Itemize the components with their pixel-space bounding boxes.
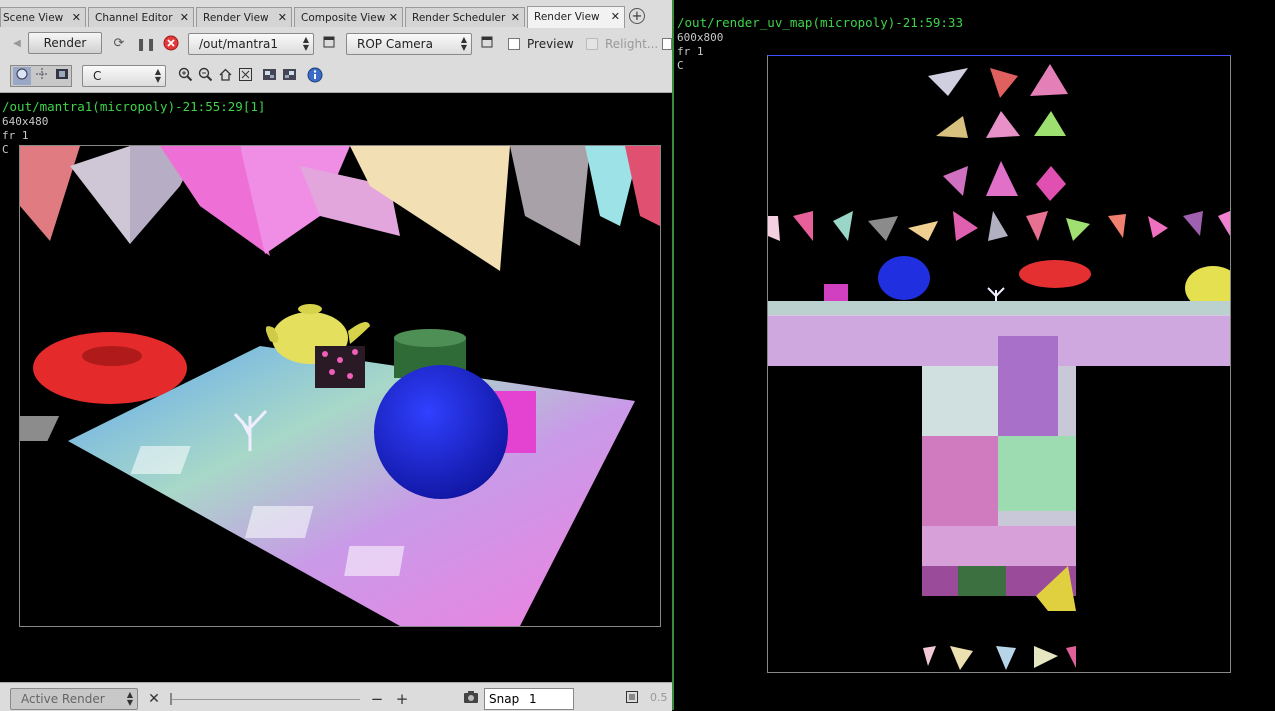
tab-channel-editor[interactable]: Channel Editor ✕ [88,7,194,27]
close-icon[interactable]: ✕ [389,8,398,28]
bottom-bar: Active Render ▲ ▼ ✕ − + Snap 1 0.5 [0,682,672,711]
left-render-frame: fr 1 [2,129,29,142]
camera-select[interactable]: ROP Camera ▲ ▼ [346,33,472,55]
output-driver-value: /out/mantra1 [199,37,279,51]
right-render-title: /out/render_uv_map(micropoly)-21:59:33 [677,15,963,30]
snap-label: Snap [489,692,520,706]
driver-options-icon[interactable] [320,35,338,53]
pause-icon[interactable]: ❚❚ [136,35,156,53]
close-icon[interactable]: ✕ [145,690,163,708]
tab-composite-view[interactable]: Composite View ✕ [294,7,403,27]
channel-value: C [93,69,102,83]
home-icon[interactable] [216,67,234,85]
minus-icon[interactable]: − [368,690,386,708]
right-uv-map-image[interactable] [767,55,1231,673]
tab-bar: Scene View ✕ Channel Editor ✕ Render Vie… [0,0,672,29]
render-button[interactable]: Render [28,32,102,54]
chevron-updown-icon: ▲ ▼ [302,35,309,52]
output-driver-select[interactable]: /out/mantra1 ▲ ▼ [188,33,314,55]
render-scene-image [20,146,660,626]
stop-icon[interactable] [162,35,180,53]
close-icon[interactable]: ✕ [611,7,620,27]
right-render-channel: C [677,59,684,72]
tab-label: Render View [203,12,269,24]
tab-scene-view[interactable]: Scene View ✕ [0,7,86,27]
tab-render-view-active[interactable]: Render View ✕ [527,6,625,28]
relight-label: Relight... [605,37,659,51]
pane-divider[interactable] [672,0,674,710]
split-mode-icon[interactable] [33,67,51,85]
tab-label: Render Scheduler [412,12,506,24]
render-toolbar: ◀ Render ⟳ ❚❚ /out/mantra1 ▲ ▼ ROP Camera… [0,28,672,60]
chevron-updown-icon: ▲ ▼ [126,690,133,707]
tab-label: Render View [534,11,600,23]
close-icon[interactable]: ✕ [278,8,287,28]
relight-checkbox[interactable] [586,38,598,50]
overflow-checkbox[interactable] [662,38,672,50]
right-render-frame: fr 1 [677,45,704,58]
active-render-value: Active Render [21,692,105,706]
trailing-value: 0.5 [650,691,668,704]
tab-render-view-1[interactable]: Render View ✕ [196,7,292,27]
add-tab-icon[interactable]: + [629,8,645,24]
view-mode-group [10,65,72,87]
chevron-updown-icon: ▲ ▼ [154,67,161,84]
preview-label: Preview [527,37,574,51]
close-icon[interactable]: ✕ [511,8,520,28]
zoom-out-icon[interactable] [196,67,214,85]
info-icon[interactable] [306,67,324,85]
view-toolbar: C ▲ ▼ [0,60,672,93]
channel-select[interactable]: C ▲ ▼ [82,65,166,87]
display-mode-icon[interactable] [53,67,71,85]
snapshot-options-icon[interactable] [623,690,641,708]
preview-checkbox[interactable] [508,38,520,50]
tab-label: Channel Editor [95,12,173,24]
right-render-resolution: 600x800 [677,31,724,44]
snap-field[interactable]: Snap 1 [484,688,574,710]
snapshot-right-icon[interactable] [280,67,298,85]
close-icon[interactable]: ✕ [180,8,189,28]
camera-value: ROP Camera [357,37,433,51]
camera-snapshot-icon[interactable] [462,690,480,708]
close-icon[interactable]: ✕ [72,8,81,28]
left-render-image[interactable] [19,145,661,627]
chevron-updown-icon: ▲ ▼ [460,35,467,52]
snapshot-left-icon[interactable] [260,67,278,85]
active-render-select[interactable]: Active Render ▲ ▼ [10,688,138,710]
back-arrow-icon[interactable]: ◀ [8,35,26,53]
timeline-slider[interactable] [172,699,360,700]
fit-frame-icon[interactable] [236,67,254,85]
tab-label: Composite View [301,12,386,24]
snap-value: 1 [529,692,537,706]
render-mode-icon[interactable] [13,67,31,85]
camera-options-icon[interactable] [478,35,496,53]
zoom-in-icon[interactable] [176,67,194,85]
left-render-resolution: 640x480 [2,115,49,128]
tab-label: Scene View [3,12,64,24]
uv-map-image [768,64,1230,670]
tab-render-scheduler[interactable]: Render Scheduler ✕ [405,7,525,27]
plus-icon[interactable]: + [393,690,411,708]
left-render-title: /out/mantra1(micropoly)-21:55:29[1] [2,99,266,114]
left-render-channel: C [2,143,9,156]
timeline-slider-handle[interactable] [170,693,172,705]
refresh-icon[interactable]: ⟳ [110,35,128,53]
